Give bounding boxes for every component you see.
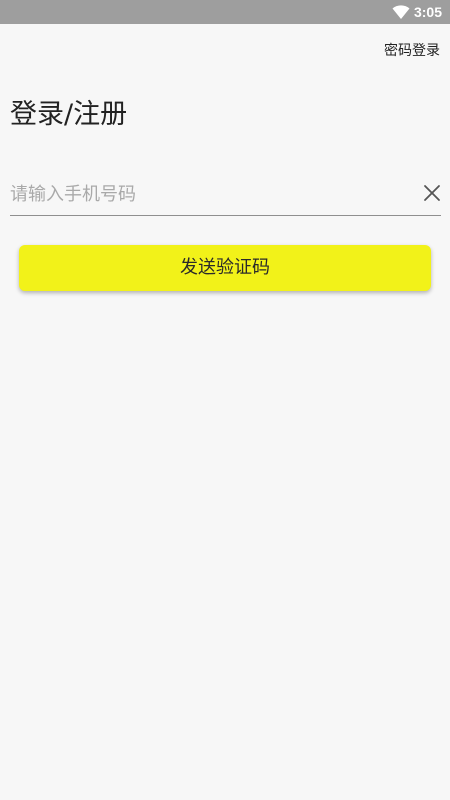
- phone-input-row: [10, 176, 441, 216]
- send-code-button[interactable]: 发送验证码: [19, 245, 431, 291]
- phone-input[interactable]: [10, 176, 410, 212]
- login-screen: 3:05 密码登录 登录/注册 发送验证码: [0, 0, 450, 800]
- status-time: 3:05: [413, 4, 442, 20]
- page-title: 登录/注册: [10, 99, 128, 130]
- wifi-icon: [392, 5, 410, 19]
- close-icon[interactable]: [423, 184, 441, 202]
- status-bar: 3:05: [0, 0, 450, 24]
- password-login-link[interactable]: 密码登录: [384, 41, 440, 61]
